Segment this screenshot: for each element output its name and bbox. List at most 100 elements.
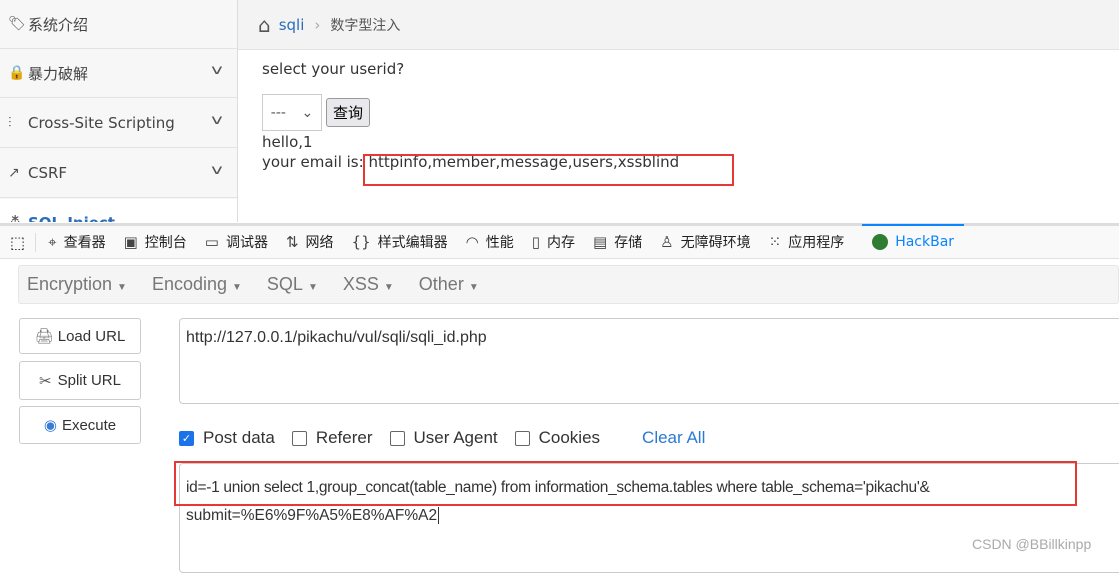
tab-application[interactable]: ⁙ 应用程序	[769, 232, 845, 252]
referer-checkbox[interactable]: Referer	[291, 428, 373, 448]
chevron-down-icon: v	[211, 113, 223, 128]
sidebar-item-label: SQL-Inject	[28, 214, 115, 222]
scissors-icon: ✂	[39, 372, 52, 390]
memory-chip-icon: ▯	[531, 233, 540, 251]
sidebar-item-sqli[interactable]: ⁂SQL-Inject	[0, 199, 237, 222]
caret-down-icon: ▼	[383, 282, 394, 293]
menu-label: XSS	[342, 274, 379, 294]
tab-label: 应用程序	[788, 235, 845, 251]
list-indent-icon: ⫶	[8, 115, 12, 131]
lock-icon: 🔒	[8, 65, 26, 81]
tab-hackbar[interactable]: HackBar	[862, 224, 965, 258]
caret-down-icon: ▼	[468, 282, 479, 293]
button-label: Load URL	[57, 327, 126, 345]
highlight-box	[363, 154, 734, 186]
breadcrumb-link[interactable]: sqli	[279, 16, 305, 34]
sidebar-item-bruteforce[interactable]: 🔒 暴力破解 v	[0, 49, 237, 98]
breadcrumb-current: 数字型注入	[330, 17, 401, 34]
tag-icon: 🏷	[8, 16, 26, 32]
sidebar-item-label: 系统介绍	[28, 15, 89, 34]
tab-console[interactable]: ▣ 控制台	[124, 232, 187, 252]
clear-all-link[interactable]: Clear All	[642, 428, 705, 448]
gauge-icon: ◠	[465, 233, 479, 251]
prompt-text: select your userid?	[262, 60, 405, 78]
tab-debugger[interactable]: ▭ 调试器	[205, 232, 268, 252]
user-agent-checkbox[interactable]: User Agent	[389, 428, 498, 448]
accessibility-icon: ♙	[660, 233, 674, 251]
tab-performance[interactable]: ◠ 性能	[466, 232, 514, 252]
share-icon: ↗	[8, 165, 20, 181]
debugger-icon: ▭	[204, 233, 219, 251]
menu-encryption[interactable]: Encryption ▼	[27, 274, 127, 295]
network-icon: ⇅	[285, 233, 299, 251]
checkbox-box	[389, 430, 405, 446]
url-input[interactable]: http://127.0.0.1/pikachu/vul/sqli/sqli_i…	[179, 318, 1119, 404]
tab-storage[interactable]: ▤ 存储	[593, 232, 642, 252]
checkbox-label: Cookies	[538, 428, 601, 447]
post-data-line-2: submit=%E6%9F%A5%E8%AF%A2	[186, 502, 1119, 530]
tab-label: 性能	[485, 235, 514, 251]
menu-label: Encryption	[27, 274, 113, 294]
hello-text: hello,1	[262, 133, 313, 151]
text-cursor	[438, 507, 440, 524]
post-data-checkbox[interactable]: ✓ Post data	[179, 428, 275, 448]
braces-icon: {}	[351, 233, 371, 251]
tab-label: 控制台	[144, 235, 187, 251]
tab-accessibility[interactable]: ♙ 无障碍环境	[660, 232, 750, 252]
tab-label: 存储	[614, 235, 643, 251]
chevron-down-icon: ⌄	[301, 104, 314, 121]
load-icon: 🖨	[34, 328, 54, 345]
menu-xss[interactable]: XSS ▼	[343, 274, 394, 295]
cookies-checkbox[interactable]: Cookies	[514, 428, 601, 448]
caret-down-icon: ▼	[117, 282, 127, 293]
select-value: ---	[270, 104, 286, 121]
split-url-button[interactable]: ✂ Split URL	[19, 361, 141, 400]
userid-select[interactable]: --- ⌄	[262, 94, 322, 131]
tab-inspector[interactable]: ⌖ 查看器	[48, 232, 105, 252]
storage-icon: ▤	[592, 233, 608, 251]
execute-button[interactable]: ◉ Execute	[19, 406, 141, 444]
tab-label: 查看器	[63, 235, 106, 251]
element-picker-icon[interactable]: ⬚	[10, 232, 37, 252]
breadcrumb-separator-icon: ›	[314, 15, 321, 34]
breadcrumb: ⌂ sqli › 数字型注入	[238, 0, 1119, 50]
sidebar-item-xss[interactable]: ⫶ Cross-Site Scripting v	[0, 99, 237, 148]
home-icon[interactable]: ⌂	[258, 13, 271, 37]
tab-label: 无障碍环境	[680, 235, 751, 251]
tab-style-editor[interactable]: {} 样式编辑器	[352, 232, 448, 252]
console-icon: ▣	[123, 233, 138, 251]
menu-sql[interactable]: SQL ▼	[267, 274, 318, 295]
menu-label: SQL	[266, 274, 303, 294]
sidebar: 🏷 系统介绍 🔒 暴力破解 v ⫶ Cross-Site Scripting v ↗ CSR…	[0, 0, 238, 222]
sidebar-item-label: Cross-Site Scripting	[28, 114, 175, 132]
tab-label: 调试器	[225, 235, 268, 251]
menu-encoding[interactable]: Encoding ▼	[152, 274, 242, 295]
tab-network[interactable]: ⇅ 网络	[286, 232, 334, 252]
menu-label: Encoding	[151, 274, 228, 294]
email-label: your email is:	[262, 153, 364, 171]
query-button[interactable]: 查询	[326, 98, 371, 127]
hackbar-logo-icon	[872, 234, 889, 250]
checkbox-label: User Agent	[413, 428, 498, 447]
chevron-down-icon: v	[211, 163, 223, 178]
tab-memory[interactable]: ▯ 内存	[532, 232, 575, 252]
sidebar-item-csrf[interactable]: ↗ CSRF v	[0, 149, 237, 198]
checkbox-label: Referer	[315, 428, 373, 447]
menu-other[interactable]: Other ▼	[419, 274, 479, 295]
play-icon: ◉	[43, 417, 57, 434]
hackbar-menubar: Encryption ▼ Encoding ▼ SQL ▼ XSS ▼ Other ▼	[18, 265, 1119, 304]
load-url-button[interactable]: 🖨 Load URL	[19, 318, 141, 354]
inspector-icon: ⌖	[48, 233, 57, 251]
tab-label: 样式编辑器	[377, 235, 448, 251]
button-label: Split URL	[57, 372, 121, 389]
menu-label: Other	[418, 274, 464, 294]
highlight-box	[174, 461, 1077, 506]
devtools-toolbar: ⬚ ⌖ 查看器 ▣ 控制台 ▭ 调试器 ⇅ 网络 {} 样式编辑器 ◠ 性能 ▯ 内存 ▤ 存储…	[0, 223, 1119, 259]
database-icon: ⁂	[8, 215, 28, 222]
tab-label: 网络	[305, 235, 334, 251]
sidebar-item-intro[interactable]: 🏷 系统介绍	[0, 0, 237, 49]
grid-icon: ⁙	[768, 233, 782, 251]
options-row: ✓ Post data Referer User Agent Cookies Cl…	[179, 428, 705, 448]
check-icon: ✓	[179, 430, 194, 446]
post-data-line: submit=%E6%9F%A5%E8%AF%A2	[186, 507, 438, 524]
